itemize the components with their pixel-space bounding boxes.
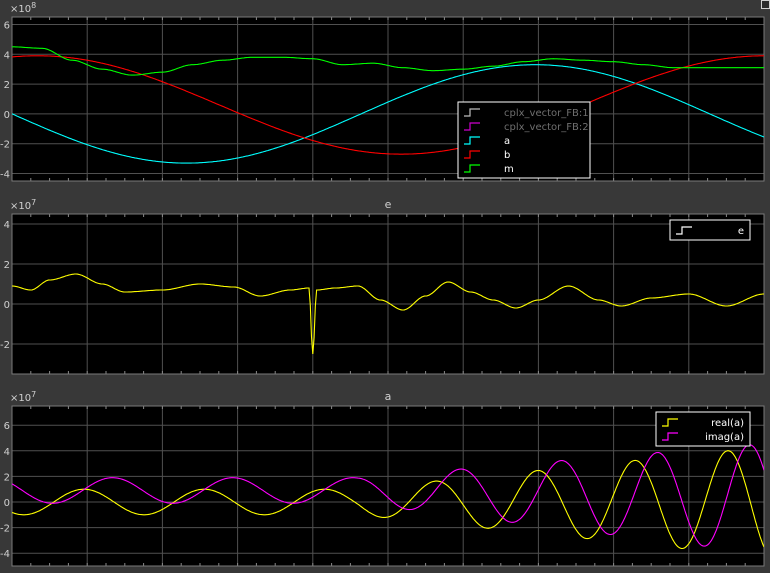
undock-icon[interactable] <box>761 0 770 9</box>
y-tick-label: 0 <box>4 110 10 121</box>
y-tick-label: 2 <box>4 260 10 271</box>
y-tick-label: -2 <box>0 140 10 151</box>
legend-label: b <box>504 150 510 161</box>
y-tick-label: 0 <box>4 498 10 509</box>
legend: cplx_vector_FB:1 cplx_vector_FB:2abm <box>457 101 591 179</box>
y-tick-label: 4 <box>4 220 10 231</box>
y-tick-label: 6 <box>4 20 10 31</box>
legend: e <box>669 219 751 241</box>
axis-exponent-label: ×107 <box>10 390 36 404</box>
scope-canvas: -4-20246×108cplx_vector_FB:1cplx_vector_… <box>0 1 765 567</box>
y-tick-label: 0 <box>4 300 10 311</box>
chart-title: a <box>385 390 392 403</box>
legend-label: imag(a) <box>705 432 744 443</box>
legend-label: m <box>504 164 514 175</box>
axis-exponent-label: ×107 <box>10 198 36 212</box>
legend: real(a) imag(a) <box>655 411 751 447</box>
legend-label: cplx_vector_FB:1 <box>504 108 589 119</box>
legend-label: real(a) <box>711 418 744 429</box>
y-tick-label: 2 <box>4 472 10 483</box>
y-tick-label: 6 <box>4 421 10 432</box>
panel-2: -2 0 2 4×107 e e <box>0 198 765 375</box>
panel-3: -4 -2 0 2 4 6 ×107 a real(a) imag(a) <box>0 390 765 567</box>
y-tick-label: -2 <box>0 524 10 535</box>
y-tick-label: 2 <box>4 80 10 91</box>
y-tick-label: 4 <box>4 447 10 458</box>
panel-1: -4-20246×108cplx_vector_FB:1cplx_vector_… <box>0 1 765 182</box>
scope-window: -4 -2 0 2 4 6 ×108 cplx_vector_FB:1 cplx_vector_… <box>0 0 770 569</box>
y-tick-label: 4 <box>4 50 10 61</box>
y-tick-label: -2 <box>0 340 10 351</box>
legend-label: cplx_vector_FB:2 <box>504 122 589 133</box>
chart-title: e <box>385 198 392 211</box>
legend-label: a <box>504 136 510 147</box>
y-tick-label: -4 <box>0 170 10 181</box>
y-tick-label: -4 <box>0 549 10 560</box>
axis-exponent-label: ×108 <box>10 1 36 15</box>
legend-label: e <box>738 226 744 237</box>
